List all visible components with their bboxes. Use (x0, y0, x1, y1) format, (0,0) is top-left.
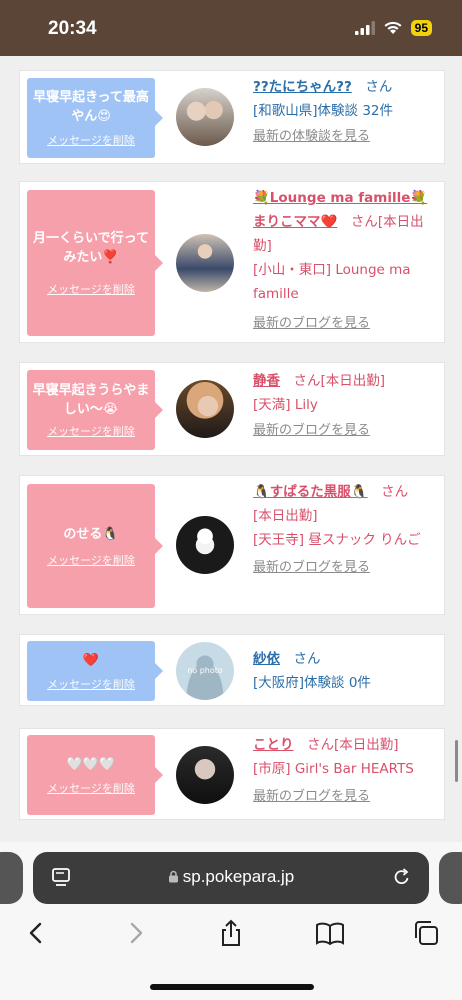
url-text[interactable]: sp.pokepara.jp (33, 867, 429, 887)
back-icon[interactable] (22, 918, 52, 948)
latest-blog-link[interactable]: 最新のブログを見る (253, 312, 438, 336)
address-bar[interactable]: sp.pokepara.jp (33, 852, 429, 904)
honorific: さん (381, 484, 409, 500)
user-name-link[interactable]: ことり (253, 737, 294, 753)
next-tab-peek[interactable] (439, 852, 462, 904)
message-card: 月一くらいで行ってみたい❣️ メッセージを削除 💐Lounge ma famil… (19, 181, 445, 343)
user-info: ??たにちゃん?? さん [和歌山県]体験談 32件 最新の体験談を見る (253, 75, 438, 149)
lock-icon (168, 870, 178, 883)
message-text: 月一くらいで行ってみたい❣️ (33, 231, 149, 265)
status-tag: [本日出勤] (320, 373, 386, 389)
honorific: さん (350, 214, 378, 230)
latest-blog-link[interactable]: 最新のブログを見る (253, 556, 438, 580)
delete-message-link[interactable]: メッセージを削除 (31, 552, 151, 568)
user-name-link[interactable]: 静香 (253, 373, 280, 389)
browser-chrome: sp.pokepara.jp (0, 842, 462, 1000)
tabs-icon[interactable] (411, 918, 441, 948)
bookmarks-icon[interactable] (314, 918, 344, 948)
user-name-link[interactable]: 🐧すぱるた黒服🐧 (253, 484, 368, 500)
delete-message-link[interactable]: メッセージを削除 (31, 676, 151, 692)
honorific: さん (293, 651, 321, 667)
honorific: さん (307, 737, 334, 753)
user-info: 静香 さん[本日出勤] [天満] Lily 最新のブログを見る (253, 369, 438, 443)
battery-indicator: 95 (410, 20, 432, 36)
message-text: 早寝早起きって最高やん😍 (33, 90, 149, 124)
avatar[interactable] (176, 234, 234, 292)
status-bar: 20:34 95 (0, 0, 462, 56)
avatar[interactable] (176, 746, 234, 804)
forward-icon[interactable] (120, 918, 150, 948)
honorific: さん (293, 373, 321, 389)
message-text: ❤️ (82, 652, 100, 668)
scroll-indicator[interactable] (455, 740, 458, 782)
latest-review-link[interactable]: 最新の体験談を見る (253, 125, 438, 149)
latest-blog-link[interactable]: 最新のブログを見る (253, 419, 438, 443)
status-tag: [本日出勤] (334, 737, 399, 753)
user-location: [大阪府]体験談 0件 (253, 675, 371, 691)
user-info: ことり さん[本日出勤] [市原] Girl's Bar HEARTS 最新のブ… (253, 733, 438, 809)
share-icon[interactable] (216, 918, 246, 948)
user-name-link[interactable]: 紗依 (253, 651, 280, 667)
message-bubble: のせる🐧 メッセージを削除 (27, 484, 163, 608)
message-text: 🤍🤍🤍 (66, 756, 116, 772)
message-card: 🤍🤍🤍 メッセージを削除 ことり さん[本日出勤] [市原] Girl's Ba… (19, 728, 445, 820)
delete-message-link[interactable]: メッセージを削除 (31, 423, 151, 439)
message-card: 早寝早起きうらやましい〜😭 メッセージを削除 静香 さん[本日出勤] [天満] … (19, 362, 445, 456)
user-location: [天満] Lily (253, 397, 318, 413)
message-card: 早寝早起きって最高やん😍 メッセージを削除 ??たにちゃん?? さん [和歌山県… (19, 70, 445, 164)
user-name-link[interactable]: ??たにちゃん?? (253, 79, 352, 95)
signal-icon (354, 21, 375, 35)
latest-blog-link[interactable]: 最新のブログを見る (253, 785, 438, 809)
message-bubble: 月一くらいで行ってみたい❣️ メッセージを削除 (27, 190, 163, 336)
status-time: 20:34 (48, 18, 97, 39)
wifi-icon (384, 21, 402, 34)
avatar[interactable]: no photo (176, 642, 234, 700)
no-photo-label: no photo (187, 666, 223, 675)
delete-message-link[interactable]: メッセージを削除 (31, 132, 151, 148)
message-card: のせる🐧 メッセージを削除 🐧すぱるた黒服🐧 さん [本日出勤] [天王寺] 昼… (19, 475, 445, 615)
message-card: ❤️ メッセージを削除 no photo 紗依 さん [大阪府]体験談 0件 (19, 634, 445, 706)
user-info: 💐Lounge ma famille💐まりこママ❤️ さん[本日出勤] [小山・… (253, 186, 438, 336)
avatar[interactable] (176, 380, 234, 438)
previous-tab-peek[interactable] (0, 852, 23, 904)
user-location: [和歌山県]体験談 32件 (253, 103, 394, 119)
message-list: 早寝早起きって最高やん😍 メッセージを削除 ??たにちゃん?? さん [和歌山県… (0, 56, 462, 842)
url-label: sp.pokepara.jp (182, 867, 295, 886)
status-icons: 95 (354, 20, 432, 36)
user-location: [天王寺] 昼スナック りんご (253, 532, 421, 548)
status-tag: [本日出勤] (253, 508, 318, 524)
message-bubble: 🤍🤍🤍 メッセージを削除 (27, 735, 163, 815)
delete-message-link[interactable]: メッセージを削除 (31, 281, 151, 297)
user-location: [小山・東口] Lounge ma famille (253, 262, 411, 302)
home-indicator (150, 984, 314, 990)
user-location: [市原] Girl's Bar HEARTS (253, 761, 414, 777)
message-text: 早寝早起きうらやましい〜😭 (32, 383, 150, 417)
message-text: のせる🐧 (63, 526, 119, 542)
message-bubble: 早寝早起きうらやましい〜😭 メッセージを削除 (27, 370, 163, 450)
message-bubble: ❤️ メッセージを削除 (27, 641, 163, 701)
reload-icon[interactable] (391, 866, 413, 892)
browser-toolbar (0, 918, 462, 958)
user-info: 紗依 さん [大阪府]体験談 0件 (253, 647, 438, 695)
honorific: さん (365, 79, 393, 95)
avatar[interactable] (176, 516, 234, 574)
avatar[interactable] (176, 88, 234, 146)
delete-message-link[interactable]: メッセージを削除 (31, 780, 151, 796)
user-info: 🐧すぱるた黒服🐧 さん [本日出勤] [天王寺] 昼スナック りんご 最新のブロ… (253, 480, 438, 580)
message-bubble: 早寝早起きって最高やん😍 メッセージを削除 (27, 78, 163, 158)
